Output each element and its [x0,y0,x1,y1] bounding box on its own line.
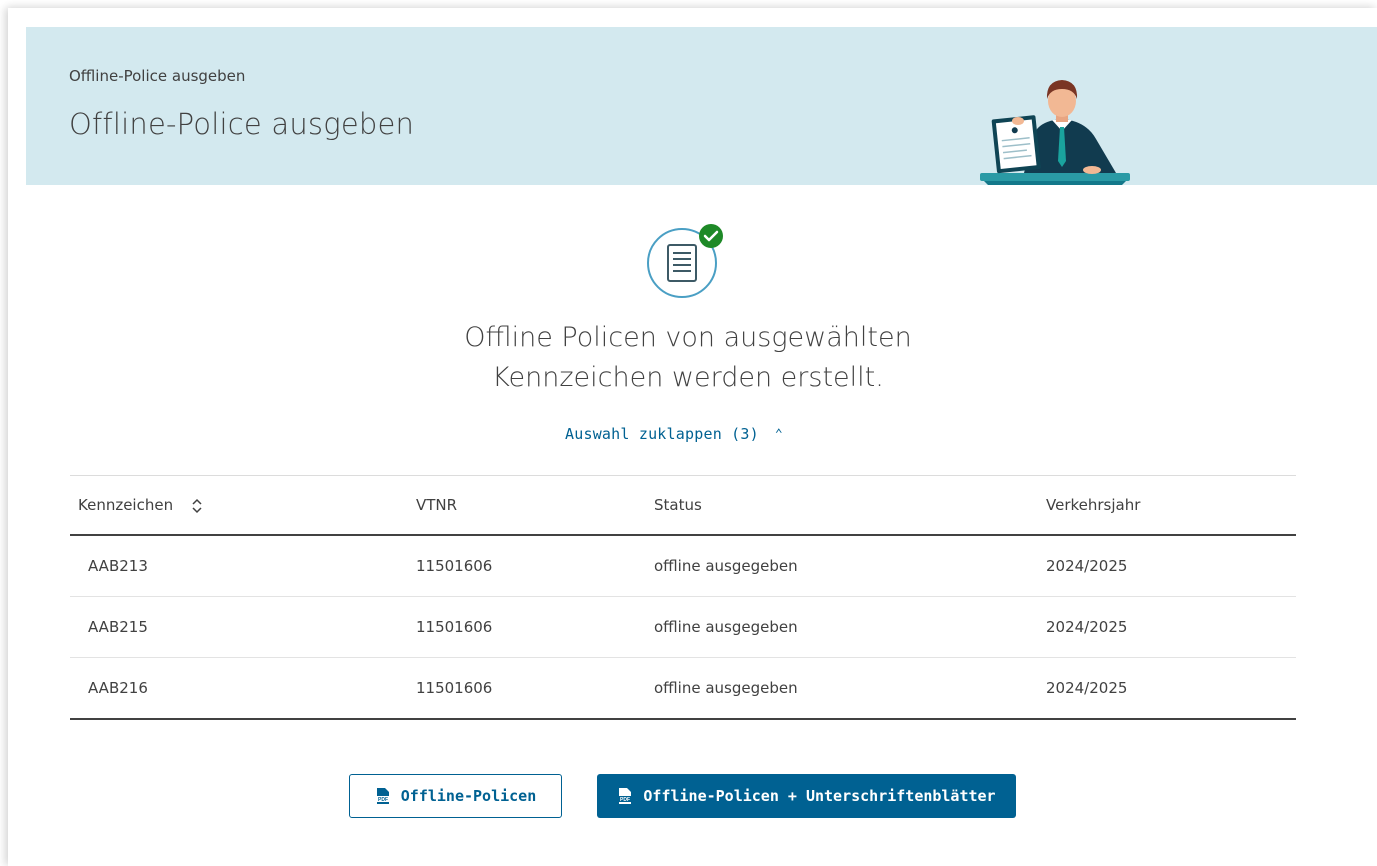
table-row: AAB216 11501606 offline ausgegeben 2024/… [70,657,1296,720]
svg-text:PDF: PDF [620,797,630,803]
pdf-icon: PDF [375,788,390,804]
cell-vtnr: 11501606 [416,657,654,720]
cell-status: offline ausgegeben [654,657,1046,720]
column-header-status: Status [654,496,702,514]
document-success-icon [647,224,723,298]
download-offline-policies-label[interactable]: Offline-Policen [401,787,536,805]
download-policies-signatures-button[interactable]: PDF Offline-Policen + Unterschriftenblät… [597,774,1016,818]
svg-text:PDF: PDF [378,797,388,803]
cell-kennzeichen: AAB213 [88,557,148,575]
status-message-line1: Offline Policen von ausgewählten [464,322,912,353]
pdf-icon: PDF [618,788,633,804]
column-header-vtnr: VTNR [416,496,458,514]
status-message-line2: Kennzeichen werden erstellt. [492,362,884,393]
results-table: Kennzeichen VTNR Status Verkehrsjahr AAB… [70,475,1296,720]
breadcrumb: Offline-Police ausgeben [69,67,246,85]
page-header: Offline-Police ausgeben Offline-Police a… [26,27,1377,185]
cell-verkehrsjahr: 2024/2025 [1046,535,1296,597]
agent-illustration [980,80,1130,185]
check-badge-icon [699,224,723,248]
table-header-row: Kennzeichen VTNR Status Verkehrsjahr [70,475,1296,536]
collapse-selection-label[interactable]: Auswahl zuklappen (3) [565,425,759,443]
collapse-selection-toggle[interactable]: Auswahl zuklappen (3) ⌃ [565,425,783,443]
cell-vtnr: 11501606 [416,535,654,597]
table-row: AAB213 11501606 offline ausgegeben 2024/… [70,535,1296,597]
cell-vtnr: 11501606 [416,596,654,658]
page-title: Offline-Police ausgeben [69,107,415,141]
cell-verkehrsjahr: 2024/2025 [1046,596,1296,658]
column-header-verkehrsjahr: Verkehrsjahr [1046,496,1141,514]
cell-status: offline ausgegeben [654,596,1046,658]
status-message: Offline Policen von ausgewählten Kennzei… [388,318,988,398]
chevron-up-icon[interactable]: ⌃ [775,427,783,442]
sort-icon[interactable] [192,498,202,514]
download-offline-policies-button[interactable]: PDF Offline-Policen [349,774,562,818]
cell-kennzeichen: AAB216 [88,679,148,697]
cell-kennzeichen: AAB215 [88,618,148,636]
download-policies-signatures-label[interactable]: Offline-Policen + Unterschriftenblätter [643,787,995,805]
table-row: AAB215 11501606 offline ausgegeben 2024/… [70,596,1296,658]
cell-status: offline ausgegeben [654,535,1046,597]
cell-verkehrsjahr: 2024/2025 [1046,657,1296,720]
column-header-kennzeichen[interactable]: Kennzeichen [70,476,416,536]
